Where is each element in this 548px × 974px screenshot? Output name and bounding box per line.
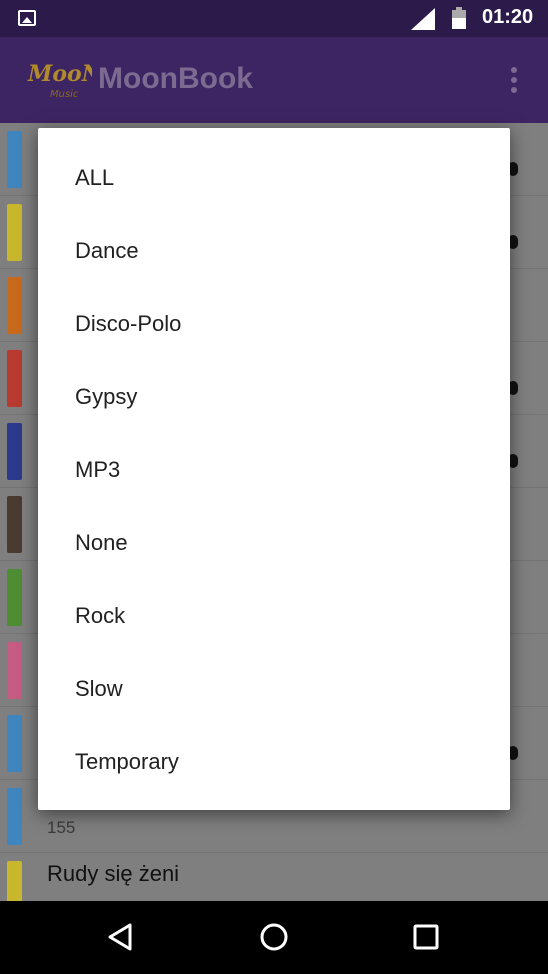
image-notification-icon [18, 10, 36, 26]
option-slow[interactable]: Slow [38, 652, 510, 725]
option-gypsy[interactable]: Gypsy [38, 360, 510, 433]
option-temporary[interactable]: Temporary [38, 725, 510, 798]
category-dialog: ALL Dance Disco-Polo Gypsy MP3 None Rock… [38, 128, 510, 810]
option-mp3[interactable]: MP3 [38, 433, 510, 506]
option-none[interactable]: None [38, 506, 510, 579]
back-icon[interactable] [106, 921, 138, 953]
option-rock[interactable]: Rock [38, 579, 510, 652]
clock: 01:20 [482, 6, 534, 28]
signal-icon [411, 8, 435, 30]
list-item-subtitle: 155 [47, 818, 76, 837]
list-item[interactable]: Rudy się żeni [0, 853, 548, 901]
svg-text:MooN: MooN [27, 61, 92, 87]
list-item-title: Rudy się żeni [47, 861, 180, 886]
status-bar: 01:20 [0, 0, 548, 37]
svg-text:Music: Music [50, 89, 79, 100]
option-dance[interactable]: Dance [38, 214, 510, 287]
option-all[interactable]: ALL [38, 141, 510, 214]
overflow-menu-icon[interactable] [509, 67, 519, 95]
app-title: MoonBook [98, 62, 253, 95]
home-icon[interactable] [258, 921, 290, 953]
option-disco-polo[interactable]: Disco-Polo [38, 287, 510, 360]
app-logo: MooN Music [27, 61, 92, 100]
battery-icon [452, 7, 466, 29]
app-bar: MooN Music MoonBook [0, 37, 548, 123]
navigation-bar [0, 901, 548, 974]
recents-icon[interactable] [410, 921, 442, 953]
